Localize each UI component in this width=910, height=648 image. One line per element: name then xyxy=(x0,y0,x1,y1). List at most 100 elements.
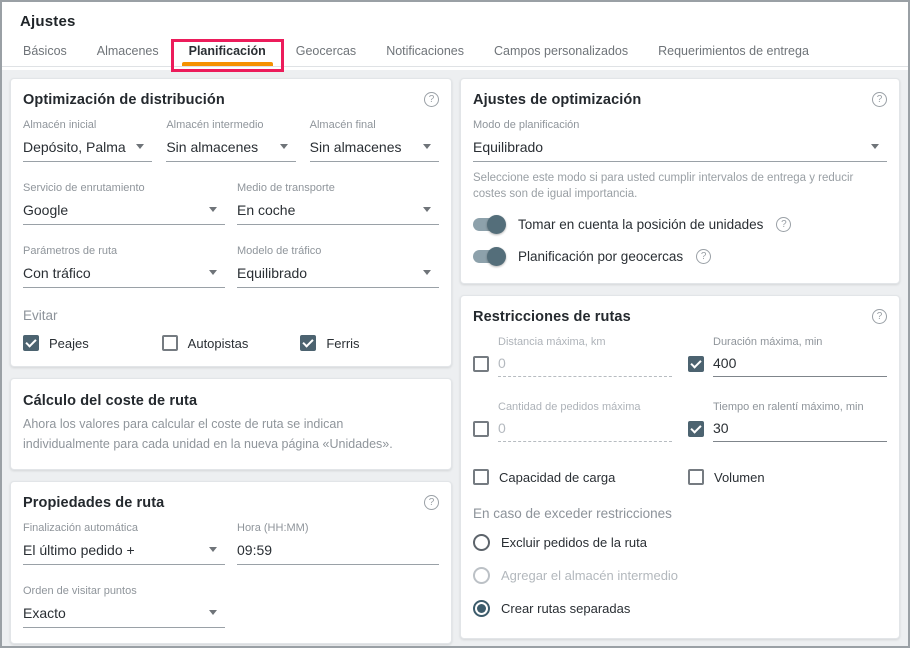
field-almacen-intermedio: Almacén intermedio Sin almacenes xyxy=(166,119,295,162)
medio-transporte-select[interactable]: En coche xyxy=(237,199,439,225)
radio-crear-rutas[interactable]: Crear rutas separadas xyxy=(473,600,887,617)
checkbox-icon[interactable] xyxy=(688,356,704,372)
field-label: Almacén inicial xyxy=(23,119,152,131)
checkbox-label: Ferris xyxy=(326,336,359,351)
almacen-intermedio-select[interactable]: Sin almacenes xyxy=(166,136,295,162)
radio-agregar-almacen[interactable]: Agregar el almacén intermedio xyxy=(473,567,887,584)
tab-almacenes[interactable]: Almacenes xyxy=(82,36,174,66)
cantidad-pedidos-input[interactable]: 0 xyxy=(498,418,672,442)
field-orden-visitar: Orden de visitar puntos Exacto xyxy=(23,585,225,628)
help-icon[interactable] xyxy=(424,92,439,107)
checkbox-label: Volumen xyxy=(714,470,765,485)
checkbox-label: Peajes xyxy=(49,336,89,351)
modo-planificacion-select[interactable]: Equilibrado xyxy=(473,136,887,162)
field-label: Hora (HH:MM) xyxy=(237,522,439,534)
card-title: Propiedades de ruta xyxy=(23,495,164,511)
chevron-down-icon xyxy=(423,207,431,212)
parametros-ruta-select[interactable]: Con tráfico xyxy=(23,262,225,288)
tab-basicos[interactable]: Básicos xyxy=(8,36,82,66)
radio-icon xyxy=(473,600,490,617)
checkbox-icon xyxy=(162,335,178,351)
card-calculo-coste: Cálculo del coste de ruta Ahora los valo… xyxy=(10,378,452,470)
evitar-section-label: Evitar xyxy=(23,308,439,323)
help-icon[interactable] xyxy=(424,495,439,510)
modelo-trafico-select[interactable]: Equilibrado xyxy=(237,262,439,288)
evitar-checkbox-row: Peajes Autopistas Ferris xyxy=(23,335,439,351)
restriction-distancia-maxima: Distancia máxima, km 0 xyxy=(473,336,672,377)
toggle-switch[interactable] xyxy=(473,250,505,263)
restriction-tiempo-ralenti: Tiempo en ralentí máximo, min 30 xyxy=(688,401,887,442)
input-value: 0 xyxy=(498,420,506,436)
finalizacion-automatica-select[interactable]: El último pedido + xyxy=(23,539,225,565)
restriction-field: Duración máxima, min 400 xyxy=(713,336,887,377)
checkbox-autopistas[interactable]: Autopistas xyxy=(162,335,301,351)
select-value: Sin almacenes xyxy=(310,139,402,155)
field-label: Orden de visitar puntos xyxy=(23,585,225,597)
ajustes-page: Ajustes Básicos Almacenes Planificación … xyxy=(0,0,910,648)
field-label: Finalización automática xyxy=(23,522,225,534)
tab-notificaciones[interactable]: Notificaciones xyxy=(371,36,479,66)
toggle-row-posicion-unidades: Tomar en cuenta la posición de unidades xyxy=(473,217,887,232)
tiempo-ralenti-input[interactable]: 30 xyxy=(713,418,887,442)
checkbox-capacidad-carga[interactable]: Capacidad de carga xyxy=(473,469,672,485)
tab-planificacion[interactable]: Planificación xyxy=(174,36,281,66)
checkbox-icon[interactable] xyxy=(688,421,704,437)
tab-requerimientos-entrega[interactable]: Requerimientos de entrega xyxy=(643,36,824,66)
almacen-inicial-select[interactable]: Depósito, Palma xyxy=(23,136,152,162)
duracion-maxima-input[interactable]: 400 xyxy=(713,353,887,377)
field-label: Modelo de tráfico xyxy=(237,245,439,257)
checkbox-volumen[interactable]: Volumen xyxy=(688,469,887,485)
field-label: Cantidad de pedidos máxima xyxy=(498,401,672,413)
select-value: Depósito, Palma xyxy=(23,139,126,155)
toggle-switch[interactable] xyxy=(473,218,505,231)
select-value: El último pedido + xyxy=(23,542,135,558)
help-icon[interactable] xyxy=(696,249,711,264)
card-title: Optimización de distribución xyxy=(23,92,225,108)
chevron-down-icon xyxy=(209,207,217,212)
checkbox-label: Autopistas xyxy=(188,336,249,351)
input-value: 400 xyxy=(713,355,736,371)
exceed-section-label: En caso de exceder restricciones xyxy=(473,506,887,521)
card-propiedades-ruta: Propiedades de ruta Finalización automát… xyxy=(10,481,452,644)
checkbox-ferris[interactable]: Ferris xyxy=(300,335,439,351)
almacen-final-select[interactable]: Sin almacenes xyxy=(310,136,439,162)
toggle-list: Tomar en cuenta la posición de unidades … xyxy=(473,217,887,268)
field-label: Tiempo en ralentí máximo, min xyxy=(713,401,887,413)
radio-icon xyxy=(473,567,490,584)
checkbox-icon[interactable] xyxy=(473,421,489,437)
distancia-maxima-input[interactable]: 0 xyxy=(498,353,672,377)
field-medio-transporte: Medio de transporte En coche xyxy=(237,182,439,225)
toggle-knob xyxy=(487,247,506,266)
chevron-down-icon xyxy=(423,144,431,149)
field-hora: Hora (HH:MM) 09:59 xyxy=(237,522,439,565)
right-column: Ajustes de optimización Modo de planific… xyxy=(460,78,900,638)
servicio-enrutamiento-select[interactable]: Google xyxy=(23,199,225,225)
help-icon[interactable] xyxy=(776,217,791,232)
select-value: Sin almacenes xyxy=(166,139,258,155)
tab-campos-personalizados[interactable]: Campos personalizados xyxy=(479,36,643,66)
tab-bar: Básicos Almacenes Planificación Geocerca… xyxy=(2,36,908,67)
checkbox-peajes[interactable]: Peajes xyxy=(23,335,162,351)
hora-input[interactable]: 09:59 xyxy=(237,539,439,565)
select-value: Equilibrado xyxy=(237,265,307,281)
page-header: Ajustes xyxy=(2,2,908,36)
help-icon[interactable] xyxy=(872,309,887,324)
orden-visitar-select[interactable]: Exacto xyxy=(23,602,225,628)
tab-label: Geocercas xyxy=(296,44,356,58)
tab-geocercas[interactable]: Geocercas xyxy=(281,36,371,66)
help-icon[interactable] xyxy=(872,92,887,107)
checkbox-icon xyxy=(300,335,316,351)
field-almacen-final: Almacén final Sin almacenes xyxy=(310,119,439,162)
checkbox-icon[interactable] xyxy=(473,356,489,372)
tab-label: Notificaciones xyxy=(386,44,464,58)
select-value: Exacto xyxy=(23,605,66,621)
restriction-field: Cantidad de pedidos máxima 0 xyxy=(498,401,672,442)
field-label: Almacén final xyxy=(310,119,439,131)
radio-excluir-pedidos[interactable]: Excluir pedidos de la ruta xyxy=(473,534,887,551)
toggle-label: Tomar en cuenta la posición de unidades xyxy=(518,217,763,232)
chevron-down-icon xyxy=(423,270,431,275)
card-title: Ajustes de optimización xyxy=(473,92,641,108)
input-value: 09:59 xyxy=(237,542,272,558)
restriction-duracion-maxima: Duración máxima, min 400 xyxy=(688,336,887,377)
checkbox-icon xyxy=(23,335,39,351)
